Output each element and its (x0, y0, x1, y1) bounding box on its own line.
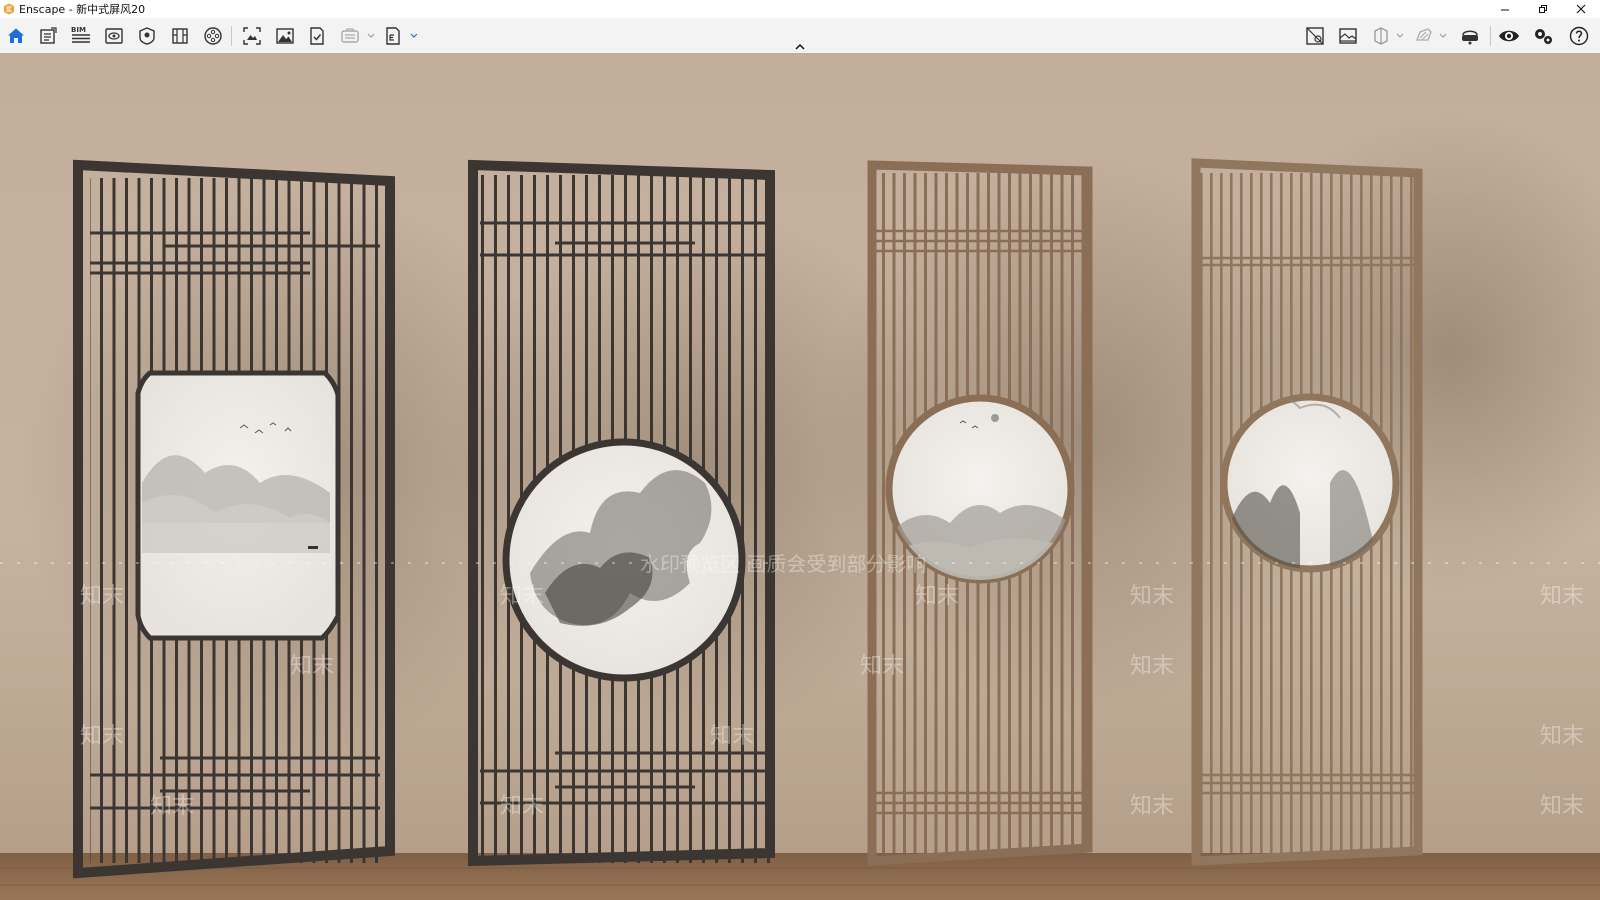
collapse-toolbar-button[interactable] (789, 40, 811, 52)
screen-panel-4 (1191, 158, 1423, 866)
exe-export-dropdown[interactable] (409, 24, 419, 48)
material-editor-button[interactable] (168, 24, 192, 48)
restore-button[interactable] (1524, 0, 1562, 18)
render-viewport[interactable]: 水印预览区 画质会受到部分影响 知末 知末 知末 知末 知末 知末 知末 知末 … (0, 53, 1600, 900)
image-gallery-icon (276, 28, 294, 44)
visual-settings-icon (1339, 28, 1357, 44)
settings-button[interactable] (1531, 24, 1555, 48)
watermark-brand-text: 知末 (710, 724, 754, 749)
sketch-dropdown[interactable] (1438, 24, 1448, 48)
bim-label: BIM (71, 26, 86, 34)
watermark-brand-text: 知末 (500, 794, 544, 819)
watermark-brand-text: 知末 (1130, 584, 1174, 609)
web-export-dropdown[interactable] (366, 24, 376, 48)
watermark-banner-text: 水印预览区 画质会受到部分影响 (640, 552, 926, 576)
watermark-brand-text: 知末 (1540, 724, 1584, 749)
bim-icon: BIM (71, 26, 90, 43)
section-icon (1374, 27, 1388, 45)
web-export-button[interactable] (338, 24, 362, 48)
batch-render-button[interactable] (305, 24, 329, 48)
toolbar-separator (1490, 26, 1491, 46)
views-button[interactable] (1303, 24, 1327, 48)
view-settings-button[interactable] (102, 24, 126, 48)
watermark-brand-text: 知末 (860, 654, 904, 679)
chevron-down-icon (1396, 33, 1404, 38)
help-icon (1569, 26, 1589, 46)
chevron-down-icon (1439, 33, 1447, 38)
screen-panel-3 (867, 160, 1093, 866)
exe-export-button[interactable] (381, 24, 405, 48)
chevron-down-icon (367, 33, 375, 38)
watermark-brand-text: 知末 (1130, 794, 1174, 819)
bim-button[interactable]: BIM (69, 24, 93, 48)
atmosphere-icon (139, 27, 155, 45)
vr-headset-button[interactable] (1458, 24, 1482, 48)
enscape-logo-icon (4, 3, 14, 15)
sketch-button[interactable] (1412, 24, 1436, 48)
chevron-down-icon (410, 33, 418, 38)
batch-render-icon (310, 27, 324, 45)
chevron-up-icon (795, 43, 805, 50)
rendered-scene: 水印预览区 画质会受到部分影响 知末 知末 知末 知末 知末 知末 知末 知末 … (0, 53, 1600, 900)
section-dropdown[interactable] (1395, 24, 1405, 48)
sketch-icon (1416, 28, 1432, 41)
views-icon (1306, 27, 1324, 45)
settings-icon (1535, 29, 1552, 44)
title-bar: Enscape - 新中式屏风20 (0, 0, 1600, 18)
video-editor-icon (204, 27, 222, 45)
view-icon (105, 28, 123, 44)
watermark-brand-text: 知末 (290, 654, 334, 679)
screenshot-icon (243, 27, 261, 45)
watermark-brand-text: 知末 (500, 584, 544, 609)
minimize-icon (1501, 9, 1509, 11)
screen-panel-1 (73, 159, 395, 879)
asset-library-icon (40, 27, 57, 44)
minimize-button[interactable] (1486, 0, 1524, 18)
visual-settings-button[interactable] (1336, 24, 1360, 48)
video-editor-button[interactable] (201, 24, 225, 48)
home-icon (8, 28, 24, 43)
watermark-brand-text: 知末 (80, 584, 124, 609)
vr-headset-icon (1462, 30, 1478, 45)
live-update-icon (1499, 30, 1519, 42)
screen-panel-2 (468, 159, 775, 867)
material-editor-icon (172, 28, 188, 44)
close-icon (1576, 4, 1586, 14)
live-update-button[interactable] (1497, 24, 1521, 48)
watermark-brand-text: 知末 (80, 724, 124, 749)
screenshot-button[interactable] (240, 24, 264, 48)
help-button[interactable] (1567, 24, 1591, 48)
image-gallery-button[interactable] (273, 24, 297, 48)
home-button[interactable] (4, 24, 28, 48)
watermark-brand-text: 知末 (150, 794, 194, 819)
asset-library-button[interactable] (36, 24, 60, 48)
exe-export-icon (386, 27, 400, 45)
watermark-brand-text: 知末 (1540, 584, 1584, 609)
watermark-brand-text: 知末 (1130, 654, 1174, 679)
section-button[interactable] (1369, 24, 1393, 48)
close-button[interactable] (1562, 0, 1600, 18)
window-title: Enscape - 新中式屏风20 (19, 3, 146, 16)
watermark-brand-text: 知末 (1540, 794, 1584, 819)
atmosphere-button[interactable] (135, 24, 159, 48)
web-export-icon (341, 28, 359, 43)
watermark-brand-text: 知末 (915, 584, 959, 609)
toolbar-separator (231, 26, 232, 46)
restore-icon (1539, 5, 1547, 13)
